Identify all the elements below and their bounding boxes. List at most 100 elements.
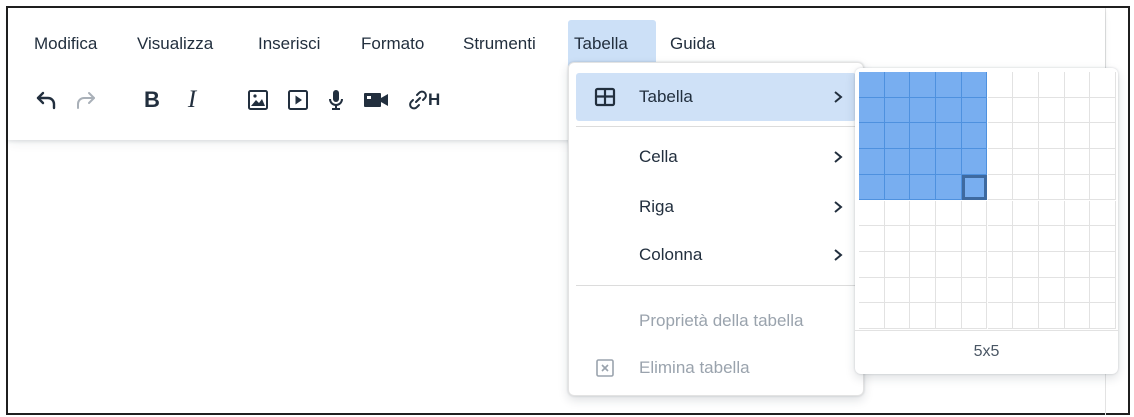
- table-size-cell[interactable]: [1038, 226, 1065, 252]
- table-size-cell[interactable]: [1064, 277, 1091, 304]
- table-size-cell[interactable]: [936, 277, 962, 304]
- table-size-cell[interactable]: [910, 72, 937, 98]
- table-size-cell[interactable]: [936, 123, 962, 150]
- table-size-cell[interactable]: [987, 149, 1014, 175]
- table-size-cell[interactable]: [1064, 303, 1091, 329]
- record-video-button[interactable]: [358, 80, 394, 120]
- table-size-cell[interactable]: [910, 251, 937, 278]
- menu-formato[interactable]: Formato: [355, 20, 430, 68]
- table-size-cell[interactable]: [1038, 97, 1065, 124]
- table-size-cell[interactable]: [884, 174, 911, 201]
- table-size-cell[interactable]: [910, 97, 937, 124]
- table-size-cell[interactable]: [961, 72, 988, 98]
- table-size-cell[interactable]: [1038, 123, 1065, 150]
- table-size-cell[interactable]: [884, 200, 911, 227]
- table-size-cell[interactable]: [936, 72, 962, 98]
- table-size-cell[interactable]: [936, 149, 962, 175]
- table-size-cell[interactable]: [1038, 149, 1065, 175]
- table-size-cell[interactable]: [987, 123, 1014, 150]
- table-size-cell[interactable]: [859, 123, 885, 150]
- redo-button[interactable]: [68, 80, 104, 120]
- menu-strumenti[interactable]: Strumenti: [457, 20, 542, 68]
- table-size-cell[interactable]: [1013, 72, 1039, 98]
- table-size-cell[interactable]: [884, 72, 911, 98]
- table-size-cell[interactable]: [936, 226, 962, 252]
- table-size-cell[interactable]: [1064, 123, 1091, 150]
- table-size-cell[interactable]: [859, 149, 885, 175]
- table-size-cell[interactable]: [859, 200, 885, 227]
- table-size-cell[interactable]: [1090, 303, 1116, 329]
- insert-media-button[interactable]: [280, 80, 316, 120]
- table-size-cell[interactable]: [1038, 303, 1065, 329]
- table-size-cell[interactable]: [859, 226, 885, 252]
- table-size-cell[interactable]: [884, 251, 911, 278]
- table-size-cell[interactable]: [1038, 174, 1065, 201]
- table-size-cell[interactable]: [1090, 97, 1116, 124]
- table-size-cell[interactable]: [961, 277, 988, 304]
- menu-item-elimina-tabella[interactable]: Elimina tabella: [576, 344, 856, 392]
- table-size-cell[interactable]: [910, 226, 937, 252]
- table-size-cell[interactable]: [884, 277, 911, 304]
- table-size-cell[interactable]: [1064, 149, 1091, 175]
- table-size-cell[interactable]: [1013, 251, 1039, 278]
- table-size-cell[interactable]: [961, 303, 988, 329]
- table-size-cell[interactable]: [910, 149, 937, 175]
- menu-item-proprieta-tabella[interactable]: Proprietà della tabella: [576, 297, 856, 345]
- table-size-cell[interactable]: [1013, 174, 1039, 201]
- table-size-cell[interactable]: [859, 174, 885, 201]
- table-size-cell[interactable]: [859, 97, 885, 124]
- table-size-cell[interactable]: [1090, 123, 1116, 150]
- table-size-cell[interactable]: [987, 200, 1014, 227]
- table-size-cell[interactable]: [936, 303, 962, 329]
- table-size-cell[interactable]: [961, 97, 988, 124]
- table-size-cell[interactable]: [1038, 200, 1065, 227]
- menu-item-tabella[interactable]: Tabella: [576, 73, 856, 121]
- bold-button[interactable]: B: [134, 80, 170, 120]
- table-size-cell[interactable]: [1090, 200, 1116, 227]
- table-size-cell[interactable]: [936, 97, 962, 124]
- table-size-cell[interactable]: [987, 277, 1014, 304]
- table-size-cell[interactable]: [910, 277, 937, 304]
- table-size-cell[interactable]: [1013, 97, 1039, 124]
- menu-item-colonna[interactable]: Colonna: [576, 231, 856, 279]
- table-size-cell[interactable]: [1013, 226, 1039, 252]
- table-size-cell[interactable]: [961, 123, 988, 150]
- undo-button[interactable]: [28, 80, 64, 120]
- table-size-cell[interactable]: [884, 123, 911, 150]
- table-size-cell[interactable]: [1090, 72, 1116, 98]
- table-size-cell[interactable]: [961, 251, 988, 278]
- menu-visualizza[interactable]: Visualizza: [131, 20, 219, 68]
- table-size-cell[interactable]: [936, 174, 962, 201]
- table-size-cell[interactable]: [884, 97, 911, 124]
- table-size-cell[interactable]: [884, 149, 911, 175]
- menu-item-cella[interactable]: Cella: [576, 133, 856, 181]
- table-size-cell[interactable]: [961, 149, 988, 175]
- table-size-cell[interactable]: [1013, 303, 1039, 329]
- table-size-cell[interactable]: [884, 303, 911, 329]
- table-size-cell[interactable]: [1038, 277, 1065, 304]
- table-size-cell[interactable]: [1090, 174, 1116, 201]
- table-size-cell[interactable]: [1064, 97, 1091, 124]
- table-size-cell[interactable]: [1064, 72, 1091, 98]
- table-size-cell[interactable]: [910, 200, 937, 227]
- table-size-cell[interactable]: [910, 303, 937, 329]
- table-size-cell[interactable]: [1064, 251, 1091, 278]
- table-size-cell[interactable]: [987, 226, 1014, 252]
- table-size-grid[interactable]: [859, 72, 1116, 330]
- table-size-cell[interactable]: [859, 72, 885, 98]
- table-size-cell[interactable]: [910, 174, 937, 201]
- table-size-cell[interactable]: [1064, 200, 1091, 227]
- table-size-cell[interactable]: [961, 174, 988, 201]
- table-size-cell[interactable]: [910, 123, 937, 150]
- table-size-cell[interactable]: [936, 251, 962, 278]
- italic-button[interactable]: I: [174, 80, 210, 120]
- h5p-button[interactable]: H: [428, 80, 452, 120]
- table-size-cell[interactable]: [961, 200, 988, 227]
- record-audio-button[interactable]: [318, 80, 354, 120]
- table-size-cell[interactable]: [1090, 226, 1116, 252]
- table-size-cell[interactable]: [1090, 277, 1116, 304]
- menu-inserisci[interactable]: Inserisci: [252, 20, 326, 68]
- table-size-cell[interactable]: [859, 277, 885, 304]
- table-size-cell[interactable]: [1090, 251, 1116, 278]
- table-size-cell[interactable]: [987, 174, 1014, 201]
